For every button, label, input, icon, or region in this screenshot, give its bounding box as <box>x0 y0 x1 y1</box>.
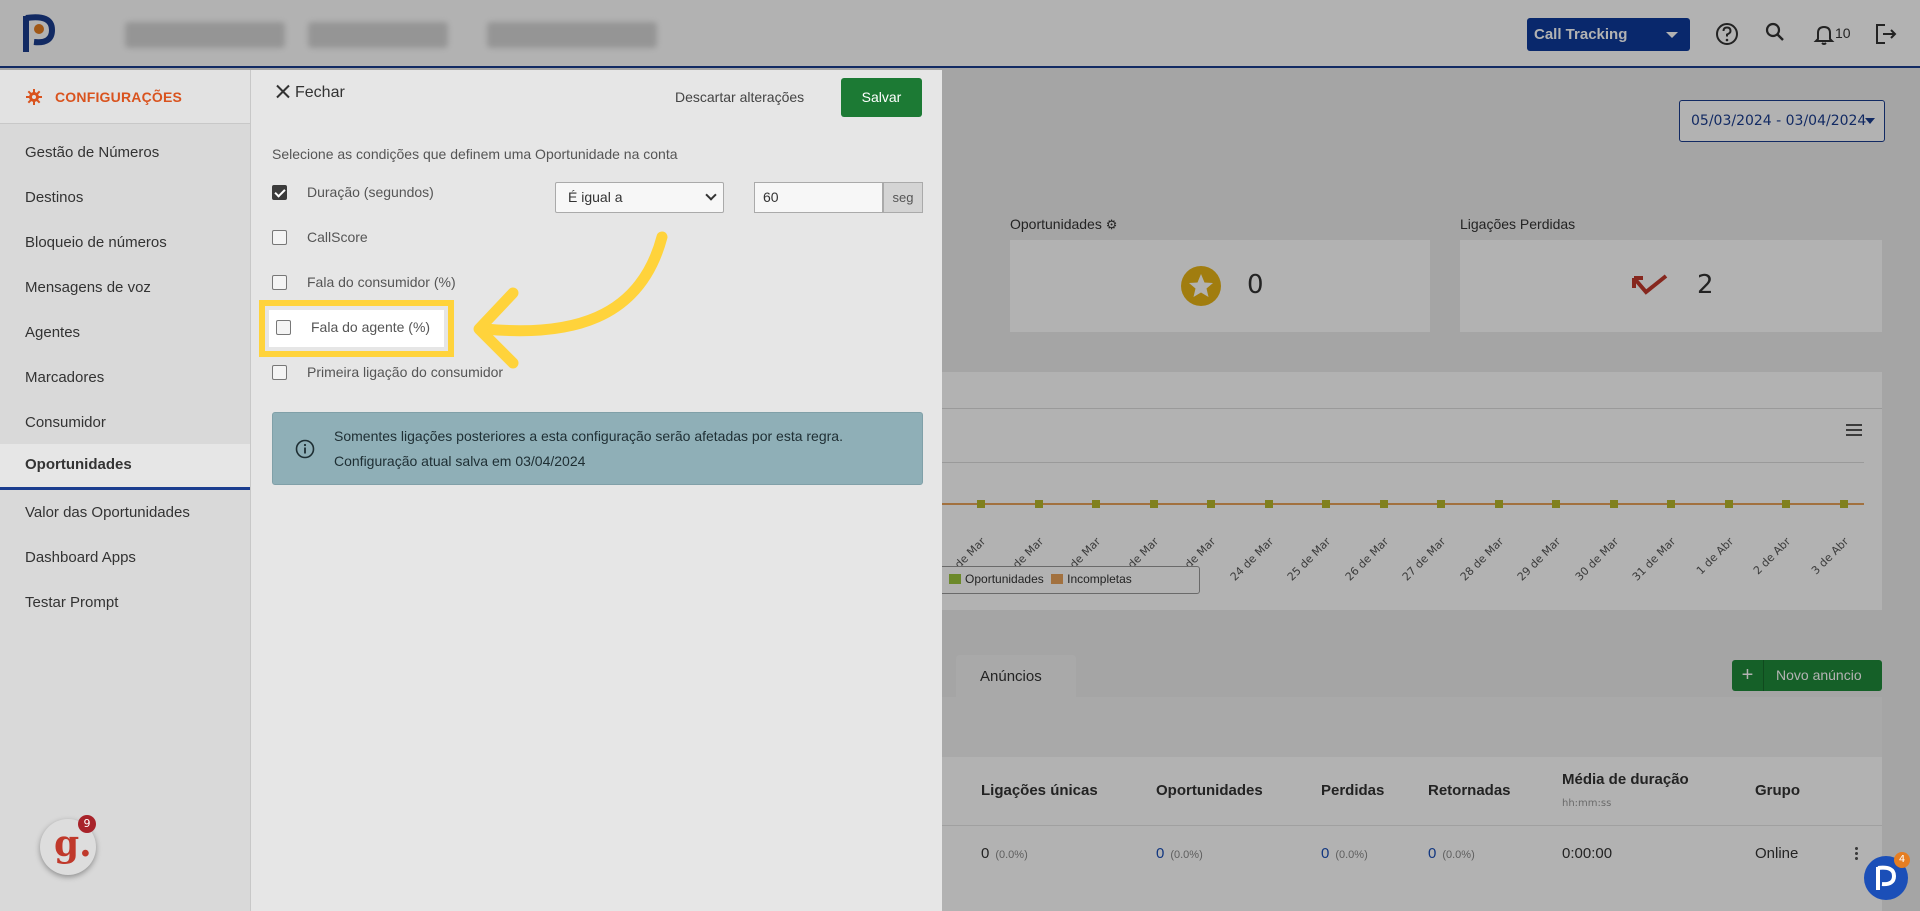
condition-duration-checkbox[interactable] <box>272 185 287 200</box>
info-text-line1: Somentes ligações posteriores a esta con… <box>334 428 843 444</box>
duration-input[interactable]: 60 <box>754 182 883 213</box>
condition-consumer-talk-checkbox[interactable] <box>272 275 287 290</box>
gear-icon <box>26 89 42 105</box>
help-widget[interactable]: g. 9 <box>40 815 96 875</box>
info-alert: Somentes ligações posteriores a esta con… <box>272 412 923 485</box>
chat-widget-count: 4 <box>1894 852 1910 868</box>
condition-first-call-checkbox[interactable] <box>272 365 287 380</box>
chat-widget[interactable]: 4 <box>1864 852 1910 900</box>
sidebar-item-agentes[interactable]: Agentes <box>0 312 250 356</box>
settings-sidebar: CONFIGURAÇÕES Gestão de Números Destinos… <box>0 70 250 911</box>
condition-callscore-checkbox[interactable] <box>272 230 287 245</box>
highlight-box: Fala do agente (%) <box>259 300 454 357</box>
sidebar-item-dashboard-apps[interactable]: Dashboard Apps <box>0 537 250 581</box>
condition-agent-talk[interactable]: Fala do agente (%) <box>269 310 444 347</box>
condition-label: Fala do agente (%) <box>311 319 431 335</box>
sidebar-item-mensagens-voz[interactable]: Mensagens de voz <box>0 267 250 311</box>
sidebar-item-marcadores[interactable]: Marcadores <box>0 357 250 401</box>
settings-title: CONFIGURAÇÕES <box>55 89 183 105</box>
close-icon <box>276 84 290 98</box>
callout-arrow-icon <box>473 231 668 369</box>
info-text-line2: Configuração atual salva em 03/04/2024 <box>334 453 586 469</box>
help-widget-count: 9 <box>78 815 96 833</box>
sidebar-item-consumidor[interactable]: Consumidor <box>0 402 250 446</box>
duration-unit: seg <box>883 182 923 213</box>
operator-value: É igual a <box>568 189 623 205</box>
conditions-intro: Selecione as condições que definem uma O… <box>272 146 678 162</box>
settings-header: CONFIGURAÇÕES <box>0 70 250 124</box>
info-icon <box>295 439 315 459</box>
sidebar-item-oportunidades[interactable]: Oportunidades <box>0 444 250 490</box>
condition-agent-talk-checkbox[interactable] <box>276 320 291 335</box>
sidebar-item-bloqueio[interactable]: Bloqueio de números <box>0 222 250 266</box>
chevron-down-icon <box>705 189 717 201</box>
opportunity-settings-drawer: Fechar Descartar alterações Salvar Selec… <box>250 70 942 911</box>
save-button[interactable]: Salvar <box>841 78 922 117</box>
sidebar-item-destinos[interactable]: Destinos <box>0 177 250 221</box>
discard-changes-button[interactable]: Descartar alterações <box>675 89 804 105</box>
sidebar-item-gestao-numeros[interactable]: Gestão de Números <box>0 132 250 176</box>
close-button[interactable]: Fechar <box>276 84 345 102</box>
sidebar-item-testar-prompt[interactable]: Testar Prompt <box>0 582 250 626</box>
condition-label: CallScore <box>307 229 368 245</box>
operator-select[interactable]: É igual a <box>555 182 724 213</box>
condition-label: Duração (segundos) <box>307 184 434 200</box>
close-label: Fechar <box>295 84 345 101</box>
sidebar-item-valor-oportunidades[interactable]: Valor das Oportunidades <box>0 492 250 536</box>
condition-label: Fala do consumidor (%) <box>307 274 456 290</box>
chat-logo-icon <box>1876 865 1897 890</box>
